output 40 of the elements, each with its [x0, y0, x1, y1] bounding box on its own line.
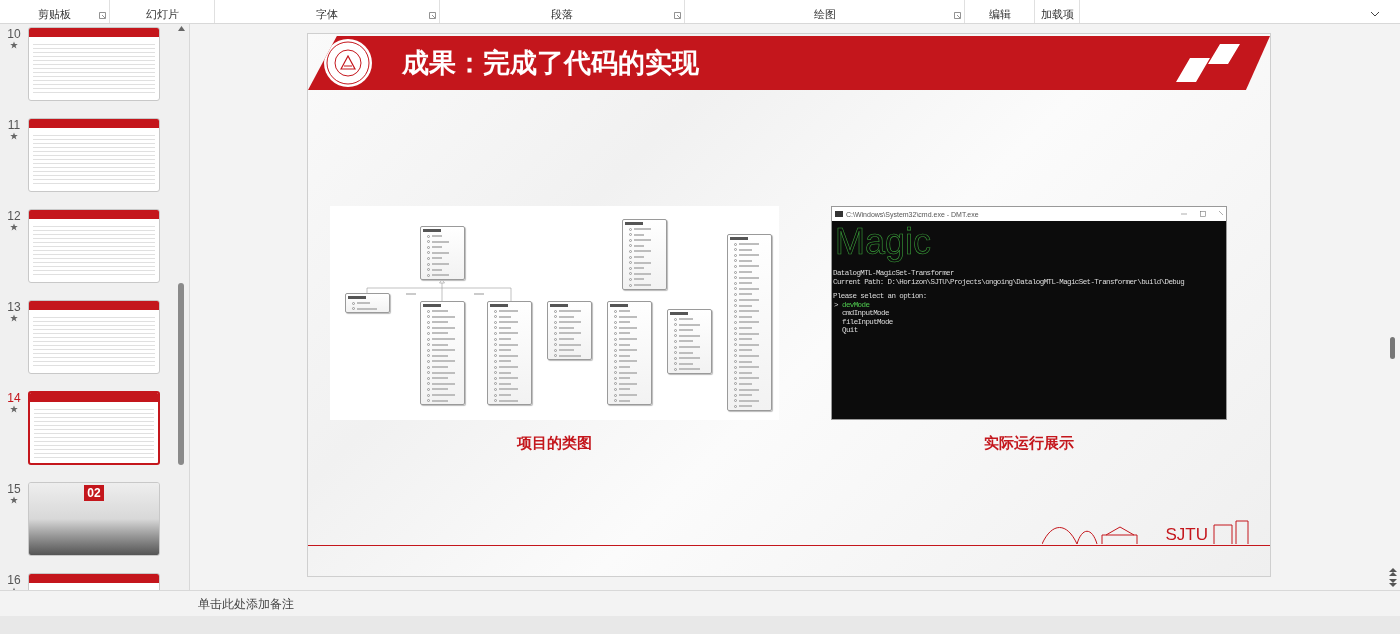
slide-number: 16: [7, 573, 21, 587]
slide-thumbnail[interactable]: [28, 391, 160, 465]
ribbon-group-label: 加载项: [1040, 9, 1074, 20]
collapse-ribbon-icon[interactable]: [1370, 11, 1380, 17]
ribbon-group-label: 字体: [316, 9, 338, 20]
scrollbar-thumb[interactable]: [1390, 337, 1395, 359]
slide-number: 13: [7, 300, 21, 314]
slide-number: 15: [7, 482, 21, 496]
dialog-launcher-icon[interactable]: [674, 12, 681, 19]
next-slide-icon[interactable]: [1388, 579, 1397, 587]
banner-text: Magic: [835, 221, 932, 263]
slide-thumbnail[interactable]: [28, 300, 160, 374]
slide-thumbnail[interactable]: [28, 209, 160, 283]
ribbon-group-label: 编辑: [988, 9, 1011, 20]
dialog-launcher-icon[interactable]: [954, 12, 961, 19]
slide-thumbnail[interactable]: [28, 118, 160, 192]
scrollbar-thumb[interactable]: [178, 283, 184, 465]
notes-placeholder: 单击此处添加备注: [198, 595, 294, 613]
ribbon-group-label: 段落: [551, 9, 573, 20]
close-icon[interactable]: [1219, 211, 1223, 217]
ribbon-group-label: 绘图: [813, 9, 836, 20]
section-number: 02: [84, 485, 104, 501]
footer-logo-text: SJTU: [1165, 526, 1208, 543]
ribbon-group-label: 幻灯片: [145, 9, 179, 20]
slide-number: 12: [7, 209, 21, 223]
slide-number: 11: [7, 118, 21, 132]
slide-thumbnail[interactable]: [28, 27, 160, 101]
scroll-up-icon[interactable]: [177, 26, 185, 31]
slide-number: 14: [7, 391, 21, 405]
slide-title: 成果：完成了代码的实现: [402, 46, 699, 80]
dialog-launcher-icon[interactable]: [429, 12, 436, 19]
diagram-caption: 项目的类图: [517, 433, 592, 453]
slide-thumbnail[interactable]: 02: [28, 482, 160, 556]
ribbon-group-label: 剪贴板: [38, 9, 71, 20]
maximize-icon[interactable]: [1200, 211, 1206, 217]
terminal-caption: 实际运行展示: [984, 433, 1074, 453]
slide-number: 10: [7, 27, 21, 41]
terminal-app-icon: [835, 211, 843, 217]
previous-slide-icon[interactable]: [1388, 568, 1397, 576]
dialog-launcher-icon[interactable]: [99, 12, 106, 19]
